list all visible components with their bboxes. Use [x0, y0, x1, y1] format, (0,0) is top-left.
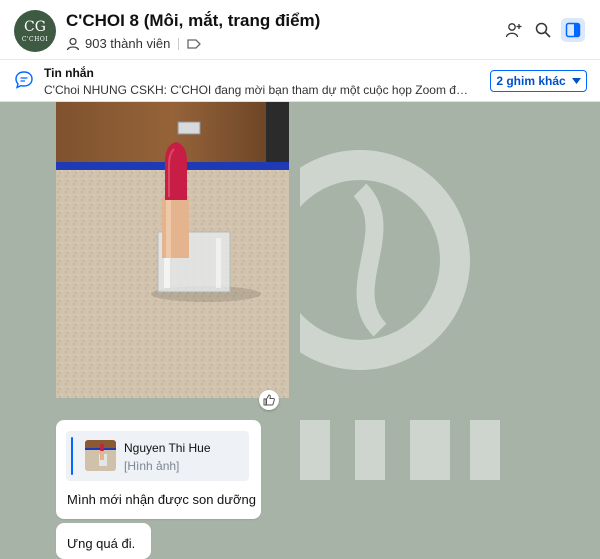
divider: [178, 37, 180, 50]
add-member-icon[interactable]: [502, 18, 526, 42]
chevron-down-icon: [571, 78, 581, 84]
pinned-message-text[interactable]: C'Choi NHUNG CSKH: C'CHOI đang mời bạn t…: [44, 83, 474, 97]
search-icon[interactable]: [531, 18, 555, 42]
more-pins-label: 2 ghim khác: [496, 74, 566, 88]
chat-background-watermark: [300, 150, 500, 480]
chat-header: CG C'CHOI C'CHOI 8 (Môi, mắt, trang điểm…: [0, 0, 600, 60]
thumbs-up-icon[interactable]: [259, 390, 279, 410]
image-message[interactable]: [56, 102, 289, 398]
quoted-author: Nguyen Thi Hue: [124, 441, 211, 455]
message-bubble-icon: [15, 71, 33, 89]
message-text: Ưng quá đi.: [67, 536, 136, 551]
text-message-bubble[interactable]: Ưng quá đi.: [56, 523, 151, 559]
lipstick-photo: [56, 102, 289, 398]
quoted-image-thumbnail: [85, 440, 116, 471]
member-info[interactable]: 903 thành viên: [66, 36, 202, 51]
avatar-monogram: CG: [24, 18, 46, 35]
more-pins-button[interactable]: 2 ghim khác: [490, 70, 587, 92]
message-text: Mình mới nhận được son dưỡng: [67, 492, 256, 507]
quote-bar: [71, 437, 73, 475]
group-avatar[interactable]: CG C'CHOI: [14, 10, 56, 52]
sidebar-toggle-icon[interactable]: [561, 18, 585, 42]
reply-message-bubble[interactable]: Nguyen Thi Hue [Hình ảnh] Mình mới nhận …: [56, 420, 261, 519]
avatar-brand-text: C'CHOI: [21, 35, 49, 43]
pinned-label: Tin nhắn: [44, 66, 94, 80]
quoted-message[interactable]: Nguyen Thi Hue [Hình ảnh]: [66, 431, 249, 481]
tag-icon[interactable]: [187, 38, 202, 50]
member-count: 903 thành viên: [85, 36, 171, 51]
group-title[interactable]: C'CHOI 8 (Môi, mắt, trang điểm): [66, 11, 320, 31]
member-icon: [66, 37, 80, 50]
quoted-type: [Hình ảnh]: [124, 459, 180, 473]
